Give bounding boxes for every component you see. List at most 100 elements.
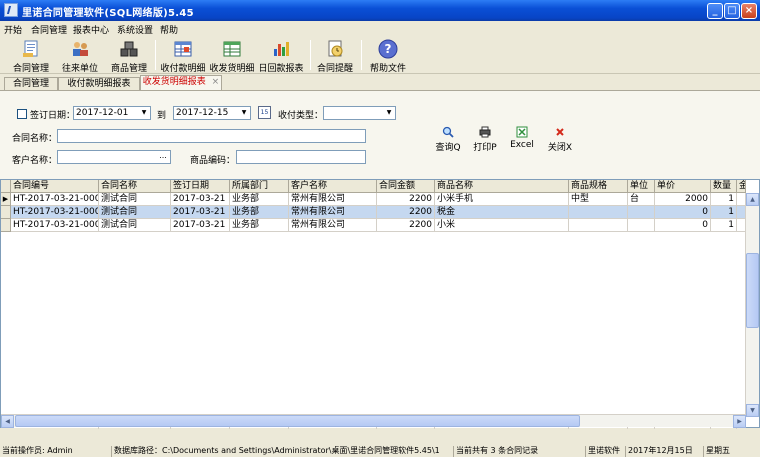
cell-product-name[interactable]: 税金 bbox=[435, 206, 569, 219]
toolbar-separator bbox=[361, 40, 362, 70]
cell-contract-name[interactable]: 测试合同 bbox=[99, 193, 171, 206]
pay-type-select[interactable]: ▼ bbox=[323, 106, 396, 120]
col-department[interactable]: 所属部门 bbox=[230, 180, 289, 193]
cell-unit[interactable]: 台 bbox=[628, 193, 655, 206]
toolbar-daily-receipt-button[interactable]: 日回款报表 bbox=[257, 37, 305, 74]
query-button[interactable]: 查询Q bbox=[431, 126, 465, 154]
window-title: 里诺合同管理软件(SQL网络版)5.45 bbox=[22, 8, 194, 19]
col-product-name[interactable]: 商品名称 bbox=[435, 180, 569, 193]
excel-button[interactable]: Excel bbox=[505, 126, 539, 154]
vertical-scrollbar[interactable]: ▲ ▼ bbox=[745, 193, 759, 417]
cell-quantity[interactable]: 1 bbox=[711, 219, 737, 232]
table-row[interactable]: ▶ HT-2017-03-21-0001 测试合同 2017-03-21 业务部… bbox=[1, 193, 746, 206]
close-report-button[interactable]: 关闭X bbox=[543, 126, 577, 154]
date-to-picker[interactable]: 2017-12-15 ▼ bbox=[173, 106, 251, 120]
scroll-up-icon[interactable]: ▲ bbox=[746, 193, 759, 206]
scroll-down-icon[interactable]: ▼ bbox=[746, 404, 759, 417]
toolbar-products-button[interactable]: 商品管理 bbox=[108, 37, 150, 74]
cell-contract-no[interactable]: HT-2017-03-21-0001 bbox=[11, 219, 99, 232]
col-contract-name[interactable]: 合同名称 bbox=[99, 180, 171, 193]
cell-product-spec[interactable]: 中型 bbox=[569, 193, 628, 206]
cell-department[interactable]: 业务部 bbox=[230, 193, 289, 206]
chevron-down-icon[interactable]: ▼ bbox=[239, 108, 249, 118]
scroll-left-icon[interactable]: ◀ bbox=[1, 415, 14, 428]
cell-contract-name[interactable]: 测试合同 bbox=[99, 206, 171, 219]
cell-quantity[interactable]: 1 bbox=[711, 193, 737, 206]
table-row[interactable]: HT-2017-03-21-0001 测试合同 2017-03-21 业务部 常… bbox=[1, 219, 746, 232]
cell-unit[interactable] bbox=[628, 219, 655, 232]
close-button[interactable]: × bbox=[741, 3, 757, 19]
toolbar-payment-detail-button[interactable]: 收付款明细 bbox=[159, 37, 207, 74]
cell-sign-date[interactable]: 2017-03-21 bbox=[171, 219, 230, 232]
detail-grid[interactable]: 合同编号 合同名称 签订日期 所属部门 客户名称 合同金额 商品名称 商品规格 … bbox=[0, 179, 760, 429]
to-label: 到 bbox=[157, 111, 167, 121]
cell-product-spec[interactable] bbox=[569, 219, 628, 232]
filter-panel: 签订日期： 2017-12-01 ▼ 到 2017-12-15 ▼ 15 收付类… bbox=[0, 90, 760, 179]
tab-contract-management[interactable]: 合同管理 bbox=[4, 77, 58, 90]
menu-contract[interactable]: 合同管理 bbox=[31, 23, 67, 36]
cell-customer[interactable]: 常州有限公司 bbox=[289, 193, 377, 206]
tab-payment-detail-report[interactable]: 收付款明细报表 bbox=[58, 77, 140, 90]
cell-department[interactable]: 业务部 bbox=[230, 206, 289, 219]
magnifier-icon bbox=[442, 126, 454, 138]
svg-text:?: ? bbox=[385, 42, 392, 56]
menu-start[interactable]: 开始 bbox=[4, 23, 22, 36]
cell-contract-no[interactable]: HT-2017-03-21-0001 bbox=[11, 193, 99, 206]
customer-name-input[interactable]: ... bbox=[57, 150, 171, 164]
tab-delivery-detail-report[interactable]: 收发货明细报表 × bbox=[140, 75, 222, 90]
contract-name-input[interactable] bbox=[57, 129, 366, 143]
horizontal-scrollbar[interactable]: ◀ ▶ bbox=[1, 414, 746, 428]
cell-product-spec[interactable] bbox=[569, 206, 628, 219]
cell-contract-amount[interactable]: 2200 bbox=[377, 219, 435, 232]
col-contract-no[interactable]: 合同编号 bbox=[11, 180, 99, 193]
cell-unit-price[interactable]: 0 bbox=[655, 219, 711, 232]
cell-contract-name[interactable]: 测试合同 bbox=[99, 219, 171, 232]
product-code-input[interactable] bbox=[236, 150, 366, 164]
col-unit-price[interactable]: 单价 bbox=[655, 180, 711, 193]
status-company: 里诺软件 bbox=[586, 446, 626, 457]
toolbar-help-button[interactable]: ? 帮助文件 bbox=[366, 37, 410, 74]
maximize-button[interactable]: □ bbox=[724, 3, 740, 19]
horizontal-scroll-thumb[interactable] bbox=[15, 415, 580, 427]
cell-customer[interactable]: 常州有限公司 bbox=[289, 219, 377, 232]
toolbar-delivery-detail-button[interactable]: 收发货明细 bbox=[208, 37, 256, 74]
toolbar-partners-button[interactable]: 往来单位 bbox=[58, 37, 102, 74]
col-sign-date[interactable]: 签订日期 bbox=[171, 180, 230, 193]
cell-contract-no[interactable]: HT-2017-03-21-0001 bbox=[11, 206, 99, 219]
cell-sign-date[interactable]: 2017-03-21 bbox=[171, 206, 230, 219]
col-unit[interactable]: 单位 bbox=[628, 180, 655, 193]
scroll-right-icon[interactable]: ▶ bbox=[733, 415, 746, 428]
minimize-button[interactable]: _ bbox=[707, 3, 723, 19]
sign-date-checkbox[interactable] bbox=[17, 109, 27, 119]
table-row[interactable]: HT-2017-03-21-0001 测试合同 2017-03-21 业务部 常… bbox=[1, 206, 746, 219]
col-quantity[interactable]: 数量 bbox=[711, 180, 737, 193]
browse-button[interactable]: ... bbox=[157, 152, 169, 162]
cell-unit-price[interactable]: 0 bbox=[655, 206, 711, 219]
chevron-down-icon[interactable]: ▼ bbox=[139, 108, 149, 118]
toolbar-contract-button[interactable]: 合同管理 bbox=[11, 37, 51, 74]
cell-contract-amount[interactable]: 2200 bbox=[377, 193, 435, 206]
cell-quantity[interactable]: 1 bbox=[711, 206, 737, 219]
col-customer[interactable]: 客户名称 bbox=[289, 180, 377, 193]
cell-contract-amount[interactable]: 2200 bbox=[377, 206, 435, 219]
cell-department[interactable]: 业务部 bbox=[230, 219, 289, 232]
cell-customer[interactable]: 常州有限公司 bbox=[289, 206, 377, 219]
tab-close-icon[interactable]: × bbox=[212, 77, 220, 87]
calendar-icon[interactable]: 15 bbox=[258, 106, 271, 119]
print-button[interactable]: 打印P bbox=[468, 126, 502, 154]
toolbar-reminder-button[interactable]: 合同提醒 bbox=[314, 37, 356, 74]
cell-product-name[interactable]: 小米手机 bbox=[435, 193, 569, 206]
chevron-down-icon[interactable]: ▼ bbox=[384, 108, 394, 118]
menu-settings[interactable]: 系统设置 bbox=[117, 23, 153, 36]
col-product-spec[interactable]: 商品规格 bbox=[569, 180, 628, 193]
cell-unit-price[interactable]: 2000 bbox=[655, 193, 711, 206]
menu-help[interactable]: 帮助 bbox=[160, 23, 178, 36]
cell-sign-date[interactable]: 2017-03-21 bbox=[171, 193, 230, 206]
menu-reports[interactable]: 报表中心 bbox=[73, 23, 109, 36]
cell-product-name[interactable]: 小米 bbox=[435, 219, 569, 232]
col-amount[interactable]: 金 bbox=[737, 180, 746, 193]
date-from-picker[interactable]: 2017-12-01 ▼ bbox=[73, 106, 151, 120]
col-contract-amount[interactable]: 合同金额 bbox=[377, 180, 435, 193]
vertical-scroll-thumb[interactable] bbox=[746, 253, 759, 328]
cell-unit[interactable] bbox=[628, 206, 655, 219]
